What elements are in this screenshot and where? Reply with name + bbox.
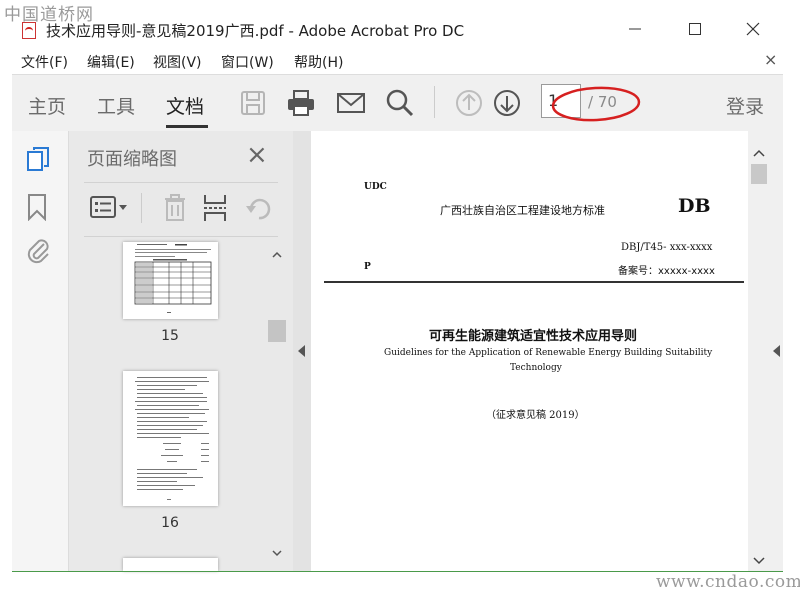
attachment-icon[interactable] xyxy=(24,236,52,264)
menu-window[interactable]: 窗口(W) xyxy=(221,52,274,72)
thumbnail-scrollbar[interactable] xyxy=(268,243,286,565)
thumbnail-page-15[interactable] xyxy=(123,242,218,319)
menu-help[interactable]: 帮助(H) xyxy=(294,52,343,72)
delete-icon[interactable] xyxy=(162,194,188,222)
menu-view[interactable]: 视图(V) xyxy=(153,52,202,72)
page-16-preview xyxy=(135,377,209,500)
tab-tools[interactable]: 工具 xyxy=(97,92,135,119)
thumbnail-page-partial[interactable] xyxy=(123,558,218,571)
doc-title-cn: 可再生能源建筑适宜性技术应用导则 xyxy=(429,329,638,344)
next-page-icon[interactable] xyxy=(492,88,522,118)
thumbnail-label-15: 15 xyxy=(161,328,179,344)
login-button[interactable]: 登录 xyxy=(726,92,764,119)
doc-udc: UDC xyxy=(364,182,387,192)
previous-page-icon[interactable] xyxy=(454,88,484,118)
maximize-button[interactable] xyxy=(672,14,718,44)
rotate-icon[interactable] xyxy=(245,195,273,223)
active-tab-indicator xyxy=(166,125,208,128)
expand-right-pane-icon[interactable] xyxy=(771,344,781,358)
menu-file[interactable]: 文件(F) xyxy=(21,52,68,72)
panel-tool-separator xyxy=(141,193,142,223)
doc-title-en-1: Guidelines for the Application of Renewa… xyxy=(384,348,713,358)
watermark-bottom: www.cndao.com xyxy=(656,572,800,592)
pdf-file-icon xyxy=(22,22,36,39)
highlight-annotation xyxy=(551,86,641,122)
doc-draft-note: （征求意见稿 2019） xyxy=(486,410,585,421)
document-scrollbar[interactable] xyxy=(750,140,768,570)
print-icon[interactable] xyxy=(286,88,316,118)
tab-document[interactable]: 文档 xyxy=(166,92,204,119)
collapse-panel-icon[interactable] xyxy=(297,344,307,358)
panel-close-button[interactable]: × xyxy=(246,140,268,170)
panel-divider-2 xyxy=(84,236,278,237)
minimize-icon xyxy=(629,28,641,30)
page-thumbnails-icon[interactable] xyxy=(26,146,52,174)
options-menu-icon[interactable] xyxy=(89,195,129,221)
minimize-button[interactable] xyxy=(612,14,658,44)
doc-header-rule xyxy=(324,281,744,283)
insert-page-icon[interactable] xyxy=(202,193,228,223)
doc-title-en-2: Technology xyxy=(510,363,562,373)
save-icon[interactable] xyxy=(238,88,268,118)
window-title: 技术应用导则-意见稿2019广西.pdf - Adobe Acrobat Pro… xyxy=(46,22,465,40)
menu-edit[interactable]: 编辑(E) xyxy=(87,52,135,72)
doc-header-center: 广西壮族自治区工程建设地方标准 xyxy=(440,204,605,217)
menu-close-button[interactable]: × xyxy=(764,50,777,69)
close-window-button[interactable] xyxy=(730,14,776,44)
page-15-preview xyxy=(134,244,212,313)
doc-record-no: 备案号：xxxxx-xxxx xyxy=(618,266,715,277)
panel-title: 页面缩略图 xyxy=(87,149,177,170)
maximize-icon xyxy=(689,23,701,35)
thumbnail-scrollbar-thumb[interactable] xyxy=(268,320,286,342)
doc-db: DB xyxy=(678,195,711,217)
panel-divider xyxy=(84,182,278,183)
search-icon[interactable] xyxy=(385,88,415,118)
document-scrollbar-thumb[interactable] xyxy=(751,164,767,184)
thumbnail-page-16[interactable] xyxy=(123,371,218,506)
doc-p: P xyxy=(364,262,371,272)
toolbar-separator xyxy=(434,86,435,118)
bookmark-icon[interactable] xyxy=(26,193,48,221)
tab-home[interactable]: 主页 xyxy=(28,92,66,119)
close-icon xyxy=(746,22,760,36)
email-icon[interactable] xyxy=(336,88,366,118)
doc-code: DBJ/T45- xxx-xxxx xyxy=(621,242,713,253)
thumbnail-label-16: 16 xyxy=(161,515,179,531)
